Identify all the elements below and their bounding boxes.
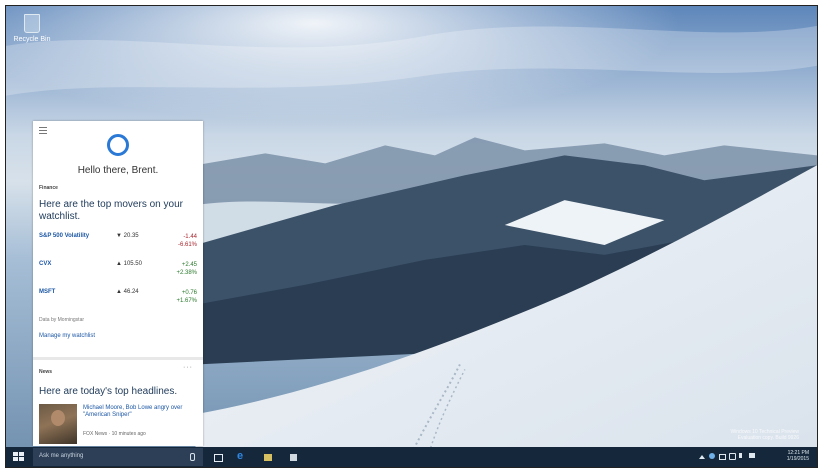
- browser-button[interactable]: e: [234, 447, 250, 467]
- task-view-button[interactable]: [210, 447, 226, 467]
- cortana-ring-icon: [107, 134, 129, 156]
- stock-change-percent: +2.38%: [176, 270, 197, 276]
- store-bag-icon: [290, 454, 297, 461]
- stock-symbol: MSFT: [39, 289, 56, 295]
- windows-logo-icon: [13, 452, 24, 462]
- hamburger-menu-icon[interactable]: [39, 127, 47, 134]
- recycle-bin-label: Recycle Bin: [13, 36, 51, 43]
- search-input[interactable]: Ask me anything: [39, 453, 83, 459]
- file-explorer-button[interactable]: [260, 447, 276, 467]
- finance-card-kicker: Finance: [39, 185, 58, 191]
- stock-symbol: S&P 500 Volatility: [39, 233, 90, 239]
- stock-change-value: +2.45: [181, 262, 197, 268]
- news-card-title: Here are today's top headlines.: [39, 386, 178, 397]
- browser-e-icon: e: [237, 450, 244, 462]
- people-icon[interactable]: [709, 453, 715, 459]
- task-view-icon: [214, 454, 223, 462]
- stock-row[interactable]: CVX ▲ 105.50 +2.45 +2.38%: [39, 261, 197, 283]
- chevron-up-icon[interactable]: [699, 455, 705, 459]
- build-watermark: Windows 10 Technical Preview Evaluation …: [730, 429, 799, 441]
- folder-icon: [264, 454, 272, 461]
- cortana-greeting: Hello there, Brent.: [77, 165, 159, 176]
- stock-row[interactable]: S&P 500 Volatility ▼ 20.35 -1.44 -6.61%: [39, 233, 197, 255]
- news-meta: FOX News · 10 minutes ago: [83, 431, 146, 437]
- stock-change: +0.76 +1.67%: [176, 289, 197, 305]
- news-thumbnail[interactable]: [39, 404, 77, 444]
- network-icon[interactable]: [729, 453, 736, 460]
- recycle-bin-icon: [24, 14, 40, 33]
- clock-date: 1/19/2015: [786, 456, 809, 462]
- stock-change: +2.45 +2.38%: [176, 261, 197, 277]
- card-divider: [33, 357, 203, 360]
- stock-price: ▲ 46.24: [116, 289, 139, 295]
- notification-icon[interactable]: [749, 453, 755, 458]
- microphone-icon[interactable]: [190, 453, 195, 461]
- start-button[interactable]: [6, 447, 32, 467]
- stock-price: ▼ 20.35: [116, 233, 139, 239]
- manage-watchlist-link[interactable]: Manage my watchlist: [39, 333, 95, 339]
- watermark-line: Evaluation copy. Build 9926: [737, 435, 799, 441]
- news-headline-link[interactable]: Michael Moore, Bob Lowe angry over "Amer…: [83, 405, 199, 419]
- recycle-bin-shortcut[interactable]: Recycle Bin: [12, 14, 52, 43]
- stock-change-percent: +1.67%: [176, 298, 197, 304]
- finance-attribution: Data by Morningstar: [39, 317, 85, 323]
- stock-symbol: CVX: [39, 261, 52, 267]
- taskbar: Ask me anything e 12:21 PM 1/19/2015: [6, 447, 817, 467]
- stock-change-value: -1.44: [183, 234, 197, 240]
- cortana-panel: Hello there, Brent. Finance Here are the…: [33, 121, 203, 446]
- screenshot-frame: Recycle Bin Hello there, Brent. Finance …: [5, 5, 818, 468]
- finance-card-title: Here are the top movers on your watchlis…: [39, 199, 183, 222]
- taskbar-search-box[interactable]: Ask me anything: [33, 448, 203, 466]
- stock-change-value: +0.76: [181, 290, 197, 296]
- stock-price: ▲ 105.50: [116, 261, 142, 267]
- clock[interactable]: 12:21 PM 1/19/2015: [787, 450, 809, 462]
- stock-row[interactable]: MSFT ▲ 46.24 +0.76 +1.67%: [39, 289, 197, 311]
- news-more-icon[interactable]: ···: [183, 364, 193, 371]
- stock-change-percent: -6.61%: [177, 242, 197, 248]
- battery-icon[interactable]: [719, 454, 726, 460]
- news-card-kicker: News: [39, 369, 53, 375]
- stock-change: -1.44 -6.61%: [178, 233, 197, 249]
- volume-icon[interactable]: [739, 453, 745, 458]
- store-button[interactable]: [286, 447, 302, 467]
- system-tray: 12:21 PM 1/19/2015: [699, 447, 809, 467]
